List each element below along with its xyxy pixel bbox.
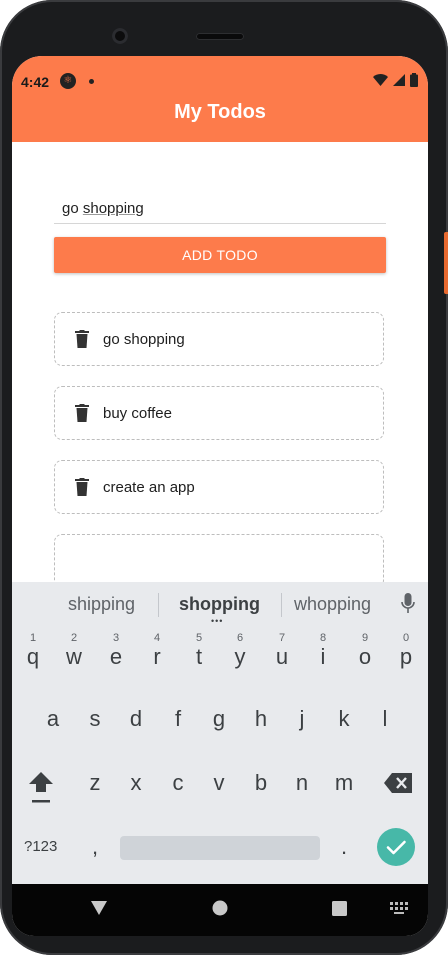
key-period[interactable]: . (324, 834, 364, 860)
battery-icon (410, 73, 418, 87)
input-composing-text: shopping (82, 200, 144, 217)
key-h[interactable]: h (241, 706, 281, 732)
key-g[interactable]: g (199, 706, 239, 732)
key-m[interactable]: m (324, 770, 364, 796)
todo-input[interactable]: go shopping (54, 194, 386, 224)
cell-signal-icon (393, 74, 405, 86)
todo-item[interactable]: buy coffee (54, 386, 384, 440)
navigation-bar (12, 884, 428, 936)
earpiece-speaker (196, 33, 244, 40)
key-w[interactable]: 2w (54, 632, 94, 670)
key-t[interactable]: 5t (179, 632, 219, 670)
notification-dot-icon (89, 79, 94, 84)
add-todo-button[interactable]: ADD TODO (54, 237, 386, 273)
phone-frame: 4:42 ⚛ My Todos go shopping ADD TODO go … (0, 0, 448, 955)
recents-icon[interactable] (332, 901, 347, 916)
key-u[interactable]: 7u (262, 632, 302, 670)
key-z[interactable]: z (75, 770, 115, 796)
react-notification-icon: ⚛ (60, 73, 76, 89)
todo-label: buy coffee (103, 404, 172, 422)
status-icons (373, 73, 418, 87)
todo-label: go shopping (103, 330, 185, 348)
check-icon (386, 840, 406, 855)
todo-item[interactable]: go shopping (54, 312, 384, 366)
trash-icon[interactable] (75, 478, 89, 496)
add-todo-label: ADD TODO (182, 247, 258, 263)
key-s[interactable]: s (75, 706, 115, 732)
enter-key[interactable] (377, 828, 415, 866)
todo-content: go shopping ADD TODO go shopping buy cof… (12, 142, 428, 582)
suggestion-strip: shipping shopping ••• whopping (12, 582, 428, 626)
volume-button (444, 232, 448, 294)
app-bar: My Todos (12, 92, 428, 142)
key-j[interactable]: j (282, 706, 322, 732)
key-x[interactable]: x (116, 770, 156, 796)
suggestion-divider (158, 593, 159, 617)
input-text: go (62, 200, 83, 217)
key-o[interactable]: 9o (345, 632, 385, 670)
key-l[interactable]: l (365, 706, 405, 732)
status-time: 4:42 (21, 74, 50, 90)
symbols-key[interactable]: ?123 (24, 838, 57, 855)
key-b[interactable]: b (241, 770, 281, 796)
page-title: My Todos (174, 101, 266, 123)
key-a[interactable]: a (33, 706, 73, 732)
microphone-icon[interactable] (401, 593, 415, 615)
key-v[interactable]: v (199, 770, 239, 796)
key-k[interactable]: k (324, 706, 364, 732)
trash-icon[interactable] (75, 330, 89, 348)
key-n[interactable]: n (282, 770, 322, 796)
todo-item[interactable]: create an app (54, 460, 384, 514)
home-icon[interactable] (212, 900, 228, 916)
more-suggestions-icon: ••• (211, 616, 224, 626)
key-r[interactable]: 4r (137, 632, 177, 670)
key-f[interactable]: f (158, 706, 198, 732)
key-i[interactable]: 8i (303, 632, 343, 670)
shift-icon[interactable] (28, 770, 54, 804)
keyboard-switch-icon[interactable] (390, 902, 410, 914)
key-comma[interactable]: , (75, 834, 115, 860)
soft-keyboard: shipping shopping ••• whopping 1q 2w 3e … (12, 582, 428, 884)
suggestion-center[interactable]: shopping (179, 594, 260, 615)
space-bar[interactable] (120, 836, 320, 860)
suggestion-divider (281, 593, 282, 617)
key-y[interactable]: 6y (220, 632, 260, 670)
key-p[interactable]: 0p (386, 632, 426, 670)
screen: 4:42 ⚛ My Todos go shopping ADD TODO go … (12, 56, 428, 936)
key-d[interactable]: d (116, 706, 156, 732)
suggestion-left[interactable]: shipping (68, 594, 135, 615)
key-e[interactable]: 3e (96, 632, 136, 670)
key-c[interactable]: c (158, 770, 198, 796)
back-icon[interactable] (91, 900, 107, 916)
key-q[interactable]: 1q (13, 632, 53, 670)
todo-item-partial[interactable] (54, 534, 384, 582)
suggestion-right[interactable]: whopping (294, 594, 371, 615)
todo-label: create an app (103, 478, 195, 496)
backspace-icon[interactable] (384, 773, 412, 793)
front-camera (112, 28, 128, 44)
trash-icon[interactable] (75, 404, 89, 422)
wifi-icon (373, 74, 388, 86)
